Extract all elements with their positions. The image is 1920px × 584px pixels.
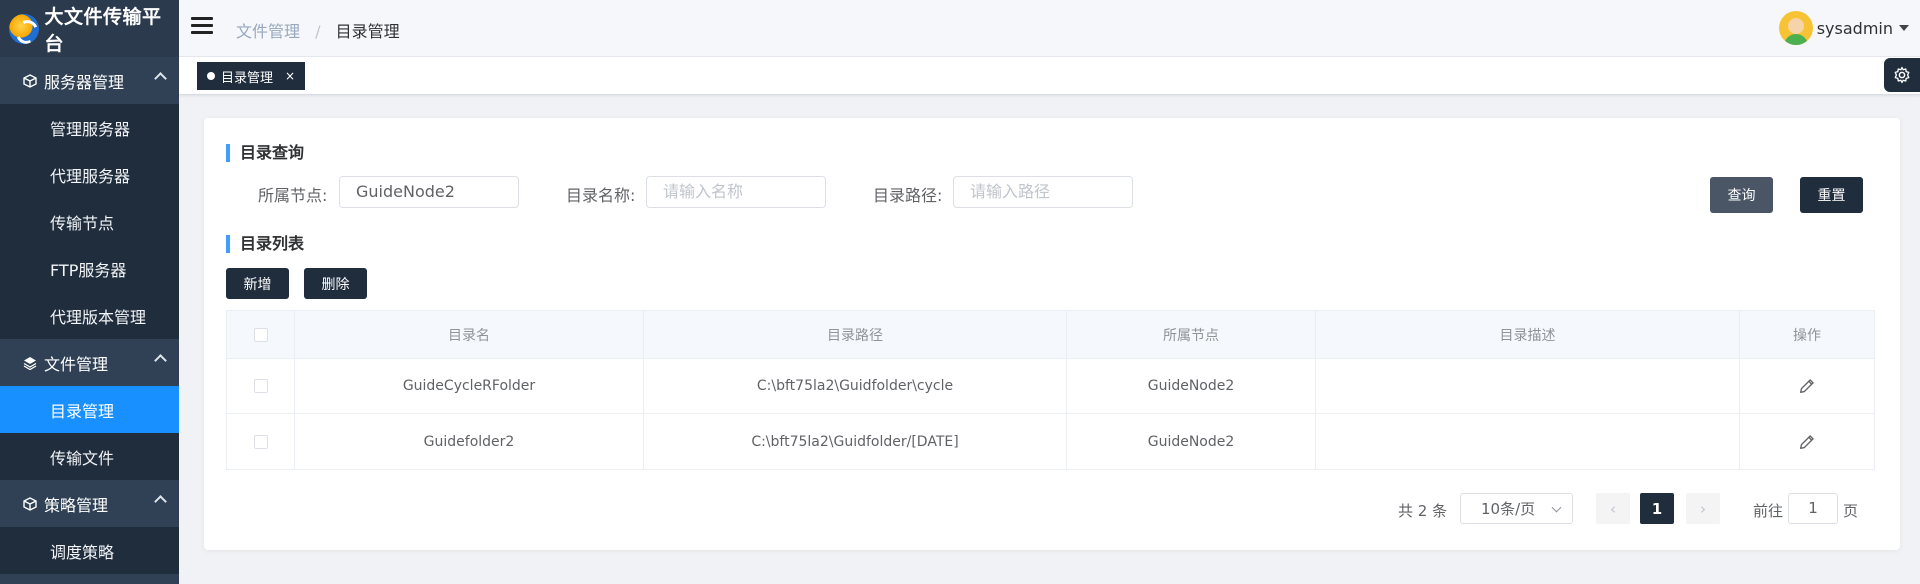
reset-button[interactable]: 重置 (1800, 177, 1863, 213)
select-all-checkbox[interactable] (253, 327, 268, 342)
sidebar-group-file[interactable]: 文件管理 (0, 339, 179, 386)
name-input[interactable]: 请输入名称 (646, 176, 826, 208)
tag-label: 目录管理 (221, 70, 274, 86)
sidebar-item-transfer-node[interactable]: 传输节点 (0, 198, 179, 245)
logo-icon (9, 13, 39, 44)
breadcrumb-item[interactable]: 文件管理 (236, 22, 300, 41)
avatar (1778, 11, 1813, 45)
chevron-up-icon (154, 72, 167, 85)
cube-icon (22, 73, 38, 89)
list-section-title: 目录列表 (226, 235, 304, 253)
page-size-select[interactable]: 10条/页 (1460, 493, 1573, 524)
path-label: 目录路径: (873, 186, 943, 205)
pagination-total: 共 2 条 (1398, 502, 1448, 520)
cube-icon (22, 496, 38, 512)
cell-path: C:\bft75la2\Guidfolder\cycle (644, 359, 1067, 413)
column-header: 操作 (1793, 327, 1821, 344)
cell-path: C:\bft75la2\Guidfolder/[DATE] (644, 414, 1067, 469)
path-input[interactable]: 请输入路径 (953, 176, 1133, 208)
row-checkbox[interactable] (253, 379, 268, 393)
sidebar-item-schedule-policy[interactable]: 调度策略 (0, 527, 179, 574)
select-all-cell (227, 311, 295, 358)
delete-button[interactable]: 删除 (304, 268, 367, 299)
user-menu[interactable]: sysadmin (1778, 11, 1909, 45)
top-header: 文件管理 / 目录管理 sysadmin (179, 0, 1920, 57)
node-input[interactable]: GuideNode2 (339, 176, 519, 208)
query-section-title: 目录查询 (226, 144, 304, 162)
layers-icon (22, 355, 38, 371)
close-icon[interactable]: × (285, 69, 295, 83)
tags-view: 目录管理 × (179, 57, 1920, 95)
settings-button[interactable] (1884, 58, 1920, 92)
goto-page-input[interactable]: 1 (1788, 493, 1838, 524)
table-row: Guidefolder2 C:\bft75la2\Guidfolder/[DAT… (227, 414, 1874, 469)
breadcrumb-separator: / (315, 22, 321, 41)
sidebar-item-directory[interactable]: 目录管理 (0, 386, 179, 433)
cell-actions (1740, 414, 1874, 469)
directory-table: 目录名 目录路径 所属节点 目录描述 操作 GuideCycleRFolder … (226, 310, 1875, 470)
next-page-button[interactable]: › (1686, 493, 1720, 524)
row-select-cell (227, 414, 295, 469)
sidebar-group-label: 策略管理 (44, 495, 109, 515)
search-button[interactable]: 查询 (1710, 177, 1773, 213)
sidebar-group-server[interactable]: 服务器管理 (0, 57, 179, 104)
edit-icon[interactable] (1798, 377, 1816, 395)
hamburger-menu-icon[interactable] (191, 17, 213, 35)
main-card: 目录查询 所属节点: GuideNode2 目录名称: 请输入名称 目录路径: … (204, 118, 1900, 550)
gear-icon (1894, 66, 1910, 84)
breadcrumb-current: 目录管理 (335, 22, 400, 41)
dot-icon (207, 72, 215, 80)
app-title: 大文件传输平台 (44, 5, 162, 55)
chevron-up-icon (154, 354, 167, 367)
cell-actions (1740, 359, 1874, 413)
tag-directory[interactable]: 目录管理 × (197, 62, 306, 90)
page-number-1[interactable]: 1 (1640, 493, 1674, 524)
edit-icon[interactable] (1798, 433, 1816, 451)
column-header: 目录名 (295, 311, 644, 358)
goto-suffix: 页 (1843, 502, 1859, 520)
sidebar-item-proxy-version[interactable]: 代理版本管理 (0, 292, 179, 339)
table-row: GuideCycleRFolder C:\bft75la2\Guidfolder… (227, 359, 1874, 414)
sidebar: 大文件传输平台 服务器管理 管理服务器 代理服务器 传输节点 FTP服务器 代理… (0, 0, 179, 584)
column-header: 所属节点 (1067, 311, 1316, 358)
chevron-down-icon (1551, 502, 1562, 513)
row-select-cell (227, 359, 295, 413)
caret-down-icon (1899, 25, 1909, 31)
cell-desc (1316, 359, 1740, 413)
sidebar-group-policy[interactable]: 策略管理 (0, 480, 179, 527)
node-label: 所属节点: (258, 186, 328, 205)
sidebar-item-proxy-server[interactable]: 代理服务器 (0, 151, 179, 198)
sidebar-item-transfer-file[interactable]: 传输文件 (0, 433, 179, 480)
sidebar-item-manage-server[interactable]: 管理服务器 (0, 104, 179, 151)
sidebar-group-label: 文件管理 (44, 354, 109, 374)
sidebar-group-label: 服务器管理 (44, 72, 125, 92)
cell-name: Guidefolder2 (295, 414, 644, 469)
prev-page-button[interactable]: ‹ (1596, 493, 1630, 524)
add-button[interactable]: 新增 (226, 268, 289, 299)
cell-name: GuideCycleRFolder (295, 359, 644, 413)
goto-label: 前往 (1753, 502, 1784, 520)
chevron-up-icon (154, 495, 167, 508)
cell-node: GuideNode2 (1067, 359, 1316, 413)
sidebar-item-ftp-server[interactable]: FTP服务器 (0, 245, 179, 292)
column-header: 目录描述 (1316, 311, 1740, 358)
username: sysadmin (1816, 18, 1893, 38)
row-checkbox[interactable] (253, 434, 268, 449)
cell-desc (1316, 414, 1740, 469)
table-header-row: 目录名 目录路径 所属节点 目录描述 操作 (227, 311, 1874, 359)
column-header: 目录路径 (644, 311, 1067, 358)
logo: 大文件传输平台 (0, 0, 179, 57)
cell-node: GuideNode2 (1067, 414, 1316, 469)
breadcrumb: 文件管理 / 目录管理 (236, 18, 400, 42)
page-size-value: 10条/页 (1481, 500, 1536, 518)
name-label: 目录名称: (566, 186, 636, 205)
